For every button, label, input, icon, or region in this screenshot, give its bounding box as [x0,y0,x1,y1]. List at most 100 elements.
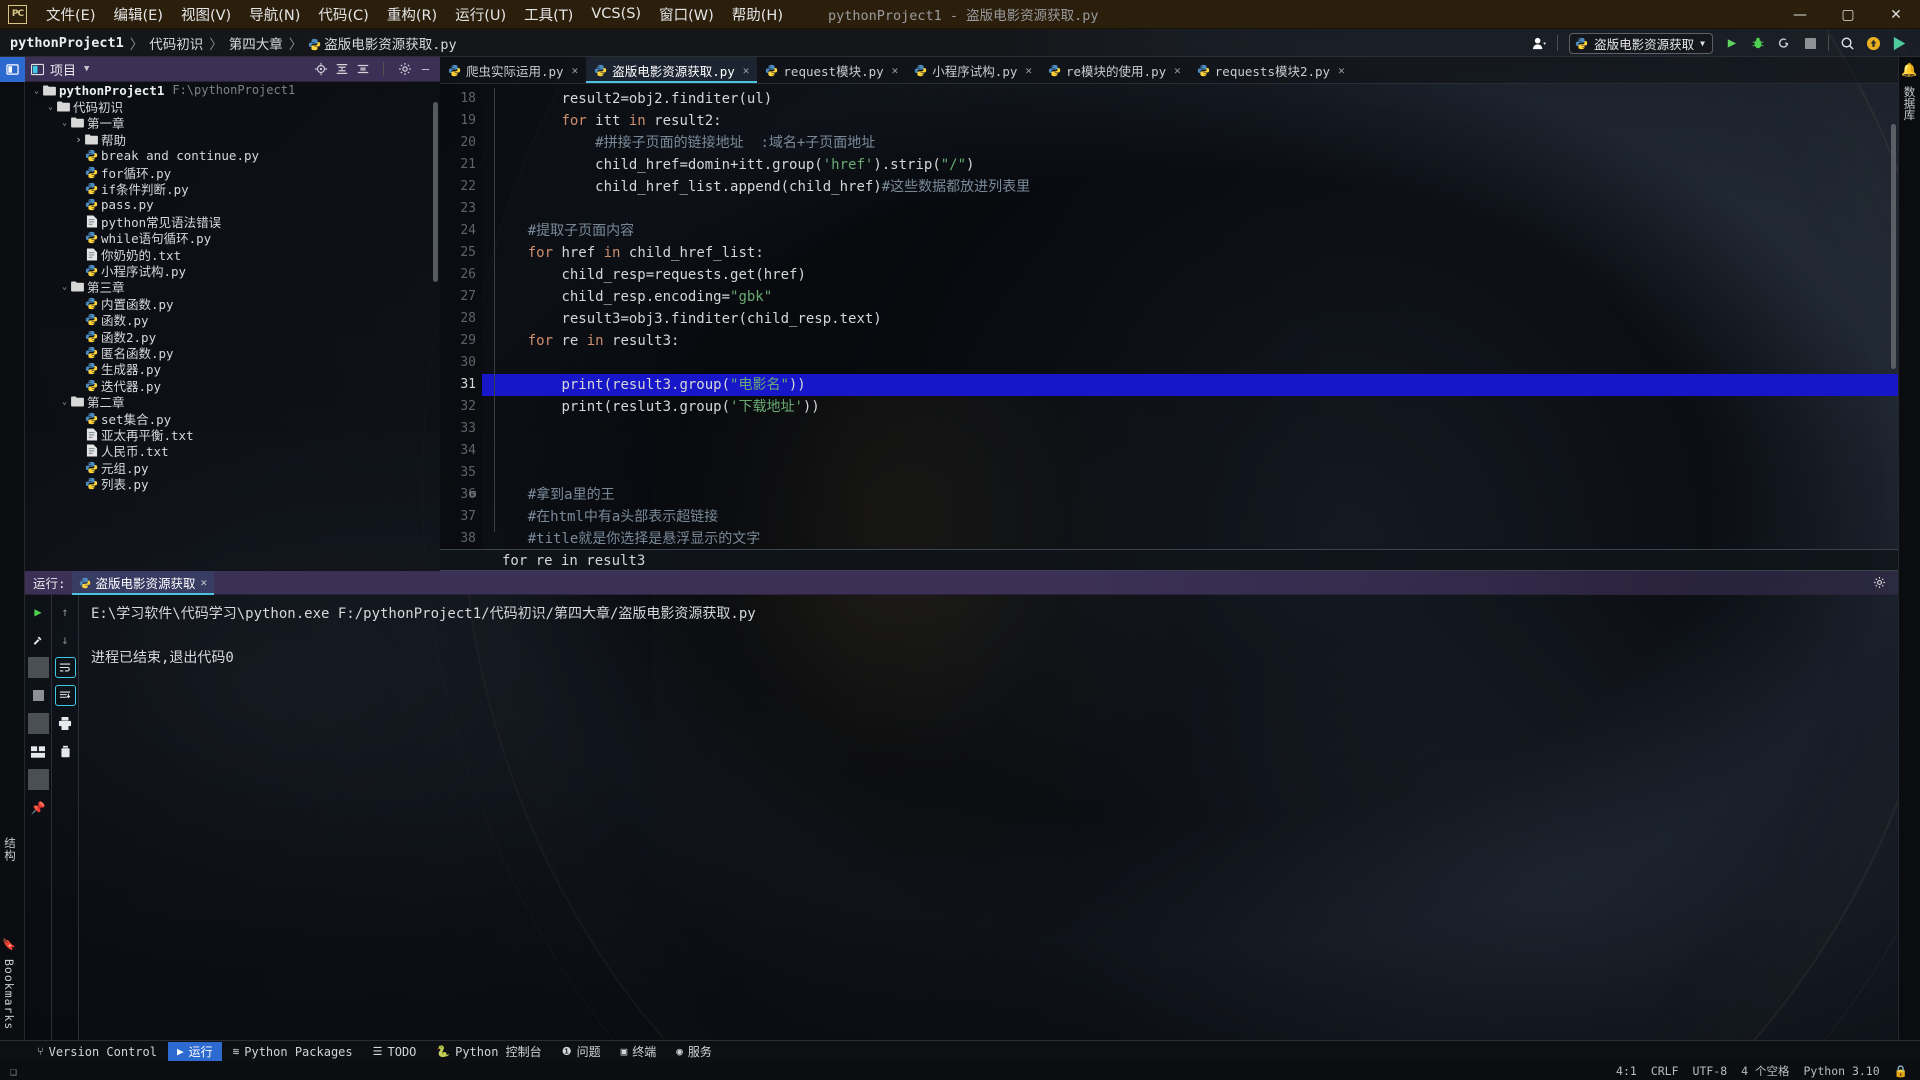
tree-item[interactable]: 函数.py [25,311,440,328]
chevron-down-icon[interactable]: ⌄ [59,118,70,127]
hide-icon[interactable]: — [416,60,435,79]
menu-item-10[interactable]: 帮助(H) [723,1,792,28]
tool-window-button-0[interactable]: ⑂ Version Control [28,1042,166,1061]
menu-item-2[interactable]: 视图(V) [172,1,240,28]
indent-setting[interactable]: 4 个空格 [1741,1063,1789,1079]
chevron-down-icon[interactable]: ▼ [84,64,89,74]
user-avatar-icon[interactable] [1526,30,1552,56]
tree-item[interactable]: python常见语法错误 [25,213,440,230]
tree-item[interactable]: 内置函数.py [25,295,440,312]
tree-item[interactable]: 迭代器.py [25,377,440,394]
chevron-down-icon[interactable]: ⌄ [31,86,42,95]
run-configuration-selector[interactable]: 盗版电影资源获取 ▼ [1569,32,1713,54]
editor-tab-0[interactable]: 爬虫实际运用.py ✕ [440,57,586,83]
tree-item[interactable]: 生成器.py [25,361,440,377]
tree-item[interactable]: ⌄ 第一章 [25,115,440,131]
caret-position[interactable]: 4:1 [1616,1064,1637,1078]
code-line[interactable]: result3=obj3.finditer(child_resp.text) [482,308,1920,330]
structure-tool-button[interactable]: 结构 [2,837,18,862]
search-everywhere-button[interactable] [1834,30,1860,56]
editor-scrollbar[interactable] [1891,124,1896,369]
run-with-coverage-button[interactable] [1771,30,1797,56]
code-line[interactable]: #拼接子页面的链接地址 :域名+子页面地址 [482,132,1920,154]
menu-item-0[interactable]: 文件(E) [37,1,104,28]
fold-marker-icon[interactable]: ⊟ [470,484,476,506]
expand-all-icon[interactable] [332,60,351,79]
locate-icon[interactable] [311,60,330,79]
editor-tab-4[interactable]: re模块的使用.py ✕ [1040,57,1189,83]
close-icon[interactable]: ✕ [743,64,750,77]
menu-item-1[interactable]: 编辑(E) [104,1,171,28]
close-button[interactable]: ✕ [1872,0,1920,29]
tree-item[interactable]: pass.py [25,197,440,213]
scroll-to-end-icon[interactable] [54,685,76,706]
tree-item[interactable]: › 帮助 [25,131,440,148]
breadcrumb-item-0[interactable]: pythonProject1 [10,35,124,51]
code-line[interactable]: #title就是你选择是悬浮显示的文字 [482,528,1920,550]
code-line[interactable] [482,462,1920,484]
python-interpreter[interactable]: Python 3.10 [1804,1064,1880,1078]
code-line[interactable]: child_resp=requests.get(href) [482,264,1920,286]
database-tool-button[interactable]: 数据库 [1902,86,1918,121]
project-tool-window-button[interactable] [0,57,25,82]
code-line[interactable] [482,418,1920,440]
menu-item-6[interactable]: 运行(U) [446,1,515,28]
code-line[interactable]: print(result3.group("电影名")) [482,374,1920,396]
close-icon[interactable]: ✕ [892,64,899,77]
chevron-down-icon[interactable]: ⌄ [59,397,70,406]
menu-item-8[interactable]: VCS(S) [582,3,650,25]
code-line[interactable]: result2=obj2.finditer(ul) [482,88,1920,110]
chevron-right-icon[interactable]: › [73,133,84,146]
code-line[interactable]: print(reslut3.group('下载地址')) [482,396,1920,418]
code-line[interactable]: child_resp.encoding="gbk" [482,286,1920,308]
breadcrumb-item-2[interactable]: 第四大章 [229,33,283,53]
close-icon[interactable]: ✕ [1174,64,1181,77]
chevron-down-icon[interactable]: ▼ [1700,39,1705,48]
chevron-down-icon[interactable]: ⌄ [45,102,56,111]
editor-tab-1[interactable]: 盗版电影资源获取.py ✕ [586,57,758,83]
breadcrumb-item-3[interactable]: 盗版电影资源获取.py [308,33,457,53]
menu-item-7[interactable]: 工具(T) [515,1,582,28]
collapse-all-icon[interactable] [353,60,372,79]
tree-item[interactable]: ⌄ 代码初识 [25,98,440,115]
tree-item[interactable]: 函数2.py [25,328,440,345]
tree-item[interactable]: 你奶奶的.txt [25,246,440,263]
minimize-button[interactable]: — [1776,0,1824,29]
run-button[interactable]: ▶ [1719,30,1745,56]
menu-item-3[interactable]: 导航(N) [240,1,309,28]
tree-item[interactable]: while语句循环.py [25,230,440,246]
close-icon[interactable]: ✕ [201,576,208,589]
settings-gear-icon[interactable] [395,60,414,79]
close-icon[interactable]: ✕ [1025,64,1032,77]
breadcrumb-item-1[interactable]: 代码初识 [149,33,203,53]
close-icon[interactable]: ✕ [572,64,579,77]
editor-tab-2[interactable]: request模块.py ✕ [757,57,906,83]
tree-item[interactable]: for循环.py [25,164,440,181]
notification-bell-icon[interactable]: 🔔 [1901,63,1917,78]
tool-window-button-2[interactable]: ≋ Python Packages [224,1042,362,1061]
menu-item-9[interactable]: 窗口(W) [650,1,723,28]
menu-item-4[interactable]: 代码(C) [309,1,377,28]
tree-item[interactable]: 匿名函数.py [25,344,440,361]
tool-window-button-7[interactable]: ◉ 服务 [667,1042,721,1061]
tree-item[interactable]: break and continue.py [25,148,440,164]
tree-item[interactable]: 小程序试构.py [25,262,440,279]
tool-window-button-4[interactable]: 🐍 Python 控制台 [427,1042,550,1061]
tree-item[interactable]: ⌄ 第二章 [25,393,440,410]
code-line[interactable]: for href in child_href_list: [482,242,1920,264]
tree-item[interactable]: if条件判断.py [25,180,440,197]
tool-window-button-5[interactable]: ❶ 问题 [553,1042,610,1061]
rerun-debug-icon[interactable] [28,629,49,650]
print-icon[interactable] [55,713,76,734]
code-line[interactable]: for itt in result2: [482,110,1920,132]
project-scrollbar[interactable] [433,102,438,282]
stop-icon[interactable] [28,685,49,706]
editor-code-area[interactable]: result2=obj2.finditer(ul) for itt in res… [470,84,1920,571]
clear-all-icon[interactable] [55,741,76,762]
code-line[interactable] [482,440,1920,462]
tree-item[interactable]: ⌄ pythonProject1 F:\pythonProject1 [25,82,440,98]
tree-item[interactable]: 人民币.txt [25,443,440,459]
tree-item[interactable]: ⌄ 第三章 [25,279,440,295]
prev-occurrence-icon[interactable]: ↑ [55,601,76,622]
code-line[interactable]: child_href=domin+itt.group('href').strip… [482,154,1920,176]
